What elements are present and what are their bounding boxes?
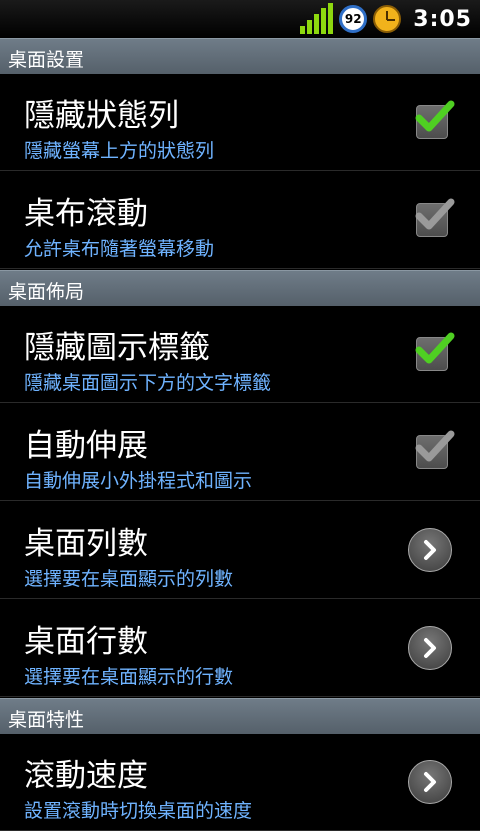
battery-icon: 92 [339,5,368,33]
status-icons: 92 3:05 [300,2,472,36]
setting-desktop-columns[interactable]: 桌面列數 選擇要在桌面顯示的列數 [0,502,480,599]
status-time: 3:05 [413,6,472,32]
setting-title: 隱藏圖示標籤 [24,330,210,366]
setting-scroll-speed[interactable]: 滾動速度 設置滾動時切換桌面的速度 [0,734,480,831]
chevron-right-icon[interactable] [408,626,452,670]
setting-auto-stretch[interactable]: 自動伸展 自動伸展小外掛程式和圖示 [0,404,480,501]
setting-subtitle: 設置滾動時切換桌面的速度 [24,800,253,822]
checkbox-icon[interactable] [415,198,455,237]
chevron-right-icon[interactable] [408,760,452,804]
section-label: 桌面佈局 [8,281,85,303]
section-header-desktop-layout: 桌面佈局 [0,270,480,306]
setting-subtitle: 選擇要在桌面顯示的行數 [24,666,234,688]
chevron-right-icon[interactable] [408,528,452,572]
setting-subtitle: 隱藏桌面圖示下方的文字標籤 [24,372,272,394]
setting-subtitle: 允許桌布隨著螢幕移動 [24,238,215,260]
setting-wallpaper-scroll[interactable]: 桌布滾動 允許桌布隨著螢幕移動 [0,172,480,269]
status-bar: 92 3:05 [0,0,480,38]
signal-icon [300,3,334,34]
checkbox-icon[interactable] [415,332,455,371]
alarm-clock-icon [373,5,402,33]
setting-title: 自動伸展 [24,428,148,464]
setting-title: 隱藏狀態列 [24,98,179,134]
battery-level: 92 [344,12,362,26]
setting-desktop-rows[interactable]: 桌面行數 選擇要在桌面顯示的行數 [0,600,480,697]
section-label: 桌面設置 [8,49,85,71]
section-header-desktop-features: 桌面特性 [0,698,480,734]
setting-title: 滾動速度 [24,758,148,794]
setting-title: 桌面行數 [24,624,148,660]
setting-subtitle: 自動伸展小外掛程式和圖示 [24,470,253,492]
setting-subtitle: 選擇要在桌面顯示的列數 [24,568,234,590]
setting-title: 桌布滾動 [24,196,148,232]
setting-hide-status-bar[interactable]: 隱藏狀態列 隱藏螢幕上方的狀態列 [0,74,480,171]
checkbox-icon[interactable] [415,100,455,139]
section-label: 桌面特性 [8,709,85,731]
checkbox-icon[interactable] [415,430,455,469]
setting-subtitle: 隱藏螢幕上方的狀態列 [24,140,215,162]
section-header-desktop-settings: 桌面設置 [0,38,480,74]
setting-title: 桌面列數 [24,526,148,562]
setting-hide-icon-labels[interactable]: 隱藏圖示標籤 隱藏桌面圖示下方的文字標籤 [0,306,480,403]
